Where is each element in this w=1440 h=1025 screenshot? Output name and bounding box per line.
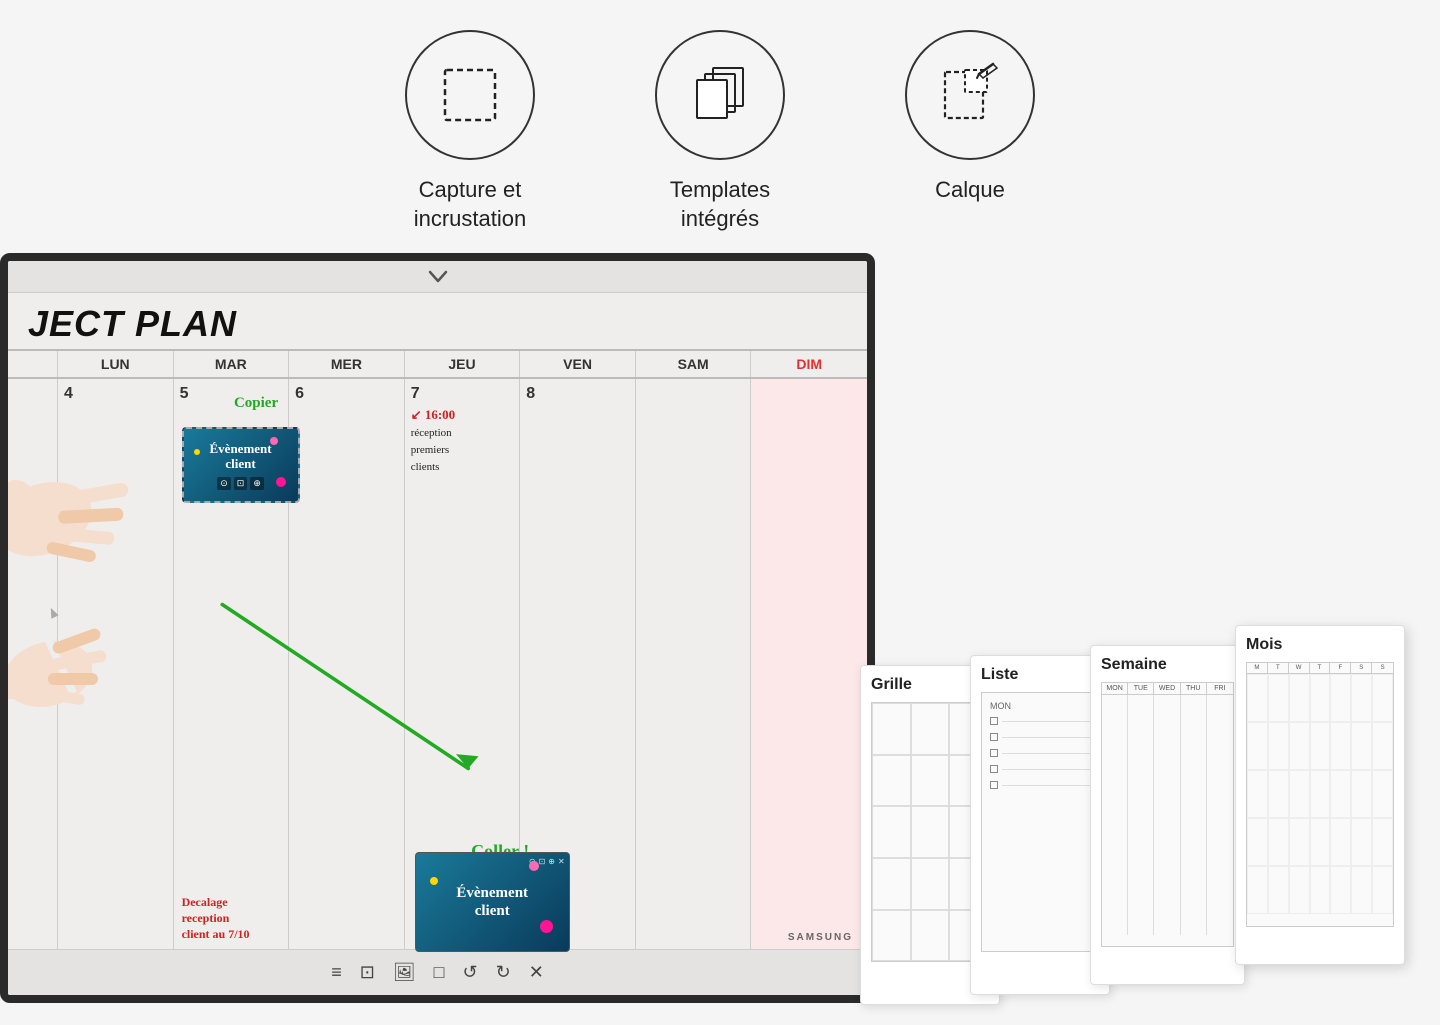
semaine-content: MON TUE WED THU FRI [1101,682,1234,947]
cal-cell-mar: 5 Copier Évènementclient ⊙ [174,379,290,953]
cal-cell-dim [751,379,867,953]
template-card-liste[interactable]: Liste MON [970,655,1110,995]
toolbar-icon-sticky[interactable]: ⊡ [360,962,375,983]
cal-header-mer: MER [289,351,405,377]
capture-icon-circle [405,30,535,160]
calque-icon-circle [905,30,1035,160]
event-card-2-title: Évènementclient [456,884,528,920]
templates-label: Templates intégrés [670,176,770,233]
decalage-line3: client au 7/10 [182,927,250,941]
day-7: 7 [411,385,420,402]
icon-item-calque: Calque [905,30,1035,205]
screen-inner: JECT PLAN LUN MAR MER JEU VEN SAM DIM 4 [8,261,867,995]
calque-icon [935,60,1005,130]
templates-icon-circle [655,30,785,160]
copier-annotation: Copier [234,395,278,412]
toolbar-icon-close[interactable]: ✕ [529,962,544,983]
cal-header-empty [8,351,58,377]
event-card-1-toolbar: ⊙ ⊡ ⊕ [217,477,264,490]
event-card-1: Évènementclient ⊙ ⊡ ⊕ [182,427,300,503]
day-5: 5 [180,385,189,402]
calendar-body: 4 5 Copier Évènementclient [8,379,867,953]
day-6: 6 [295,385,304,402]
day-8: 8 [526,385,535,402]
capture-label-line2: incrustation [414,206,527,231]
liste-label: Liste [981,666,1099,684]
templates-label-line1: Templates [670,177,770,202]
mois-content: M T W T F S S [1246,662,1394,927]
cal-header-ven: VEN [520,351,636,377]
cal-cell-mer: 6 [289,379,405,953]
cal-header-sam: SAM [636,351,752,377]
template-card-mois[interactable]: Mois M T W T F S S [1235,625,1405,965]
main-content: JECT PLAN LUN MAR MER JEU VEN SAM DIM 4 [0,253,1440,1025]
lower-hand-icon [8,559,163,739]
calendar-header: LUN MAR MER JEU VEN SAM DIM [8,349,867,379]
decalage-annotation: Decalage reception client au 7/10 [182,895,250,942]
toolbar-icon-rect[interactable]: □ [434,962,445,983]
cal-header-dim: DIM [751,351,867,377]
templates-icon [685,60,755,130]
cal-header-jeu: JEU [405,351,521,377]
screen-bottombar: ≡ ⊡ 🖼 □ ↺ ↻ ✕ [8,949,867,995]
template-cards-section: Grille Liste MON [860,605,1420,1025]
semaine-label: Semaine [1101,656,1234,674]
decalage-line1: Decalage [182,895,228,909]
time-annotation: ↙ 16:00 réceptionpremiersclients [411,407,455,475]
event-card-2: ⊙ ⊡ ⊕ ✕ Évènementclient [415,852,570,952]
cal-header-lun: LUN [58,351,174,377]
cal-header-mar: MAR [174,351,290,377]
toolbar-icon-redo[interactable]: ↻ [496,962,511,983]
toolbar-icon-undo[interactable]: ↺ [463,962,478,983]
capture-icon [435,60,505,130]
capture-label-line1: Capture et [419,177,522,202]
calque-label-line1: Calque [935,177,1005,202]
liste-content: MON [981,692,1099,952]
top-icons-section: Capture et incrustation Templates intégr… [0,0,1440,253]
calque-label: Calque [935,176,1005,205]
mois-label: Mois [1246,636,1394,654]
template-card-semaine[interactable]: Semaine MON TUE WED THU FRI [1090,645,1245,985]
decalage-line2: reception [182,911,230,925]
samsung-logo: SAMSUNG [788,932,853,943]
templates-label-line2: intégrés [681,206,759,231]
toolbar-icon-menu[interactable]: ≡ [331,962,342,983]
icon-item-templates: Templates intégrés [655,30,785,233]
chevron-down-icon [428,270,448,284]
screen-topbar [8,261,867,293]
project-title-text: JECT PLAN [28,303,237,344]
hands-area [8,399,163,779]
event-card-1-title: Évènementclient [210,441,272,472]
cal-cell-sam [636,379,752,953]
upper-hand-icon [8,399,163,579]
cal-cell-jeu: 7 ↙ 16:00 réceptionpremiersclients Colle… [405,379,521,953]
toolbar-icon-capture[interactable]: 🖼 [393,962,416,983]
project-title: JECT PLAN [8,293,867,349]
capture-label: Capture et incrustation [414,176,527,233]
icon-item-capture: Capture et incrustation [405,30,535,233]
whiteboard-screen: JECT PLAN LUN MAR MER JEU VEN SAM DIM 4 [0,253,875,1003]
